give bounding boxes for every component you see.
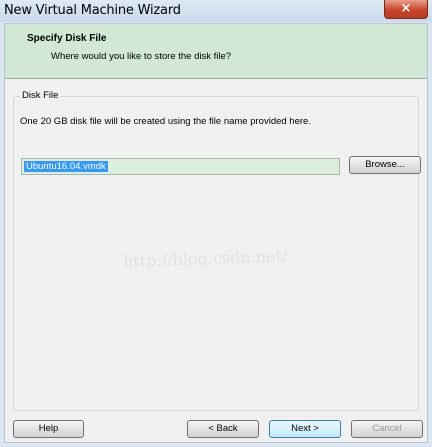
disk-file-path-value: Ubuntu16.04.vmdk — [24, 161, 108, 172]
close-icon: × — [400, 1, 412, 16]
back-button[interactable]: < Back — [187, 420, 259, 438]
disk-file-description: One 20 GB disk file will be created usin… — [20, 116, 311, 127]
cancel-button[interactable]: Cancel — [351, 420, 423, 438]
page-subtitle: Where would you like to store the disk f… — [51, 51, 232, 62]
close-button[interactable]: × — [384, 0, 428, 19]
disk-file-path-input[interactable]: Ubuntu16.04.vmdk — [21, 158, 340, 175]
wizard-body: Specify Disk File Where would you like t… — [4, 23, 428, 443]
title-bar: New Virtual Machine Wizard × — [0, 0, 432, 22]
help-button[interactable]: Help — [13, 420, 84, 438]
window-title: New Virtual Machine Wizard — [4, 3, 181, 18]
next-button[interactable]: Next > — [269, 420, 341, 438]
page-title: Specify Disk File — [27, 33, 107, 44]
disk-file-group-label: Disk File — [20, 90, 61, 101]
wizard-header: Specify Disk File Where would you like t… — [5, 24, 427, 79]
browse-button[interactable]: Browse... — [349, 156, 421, 174]
